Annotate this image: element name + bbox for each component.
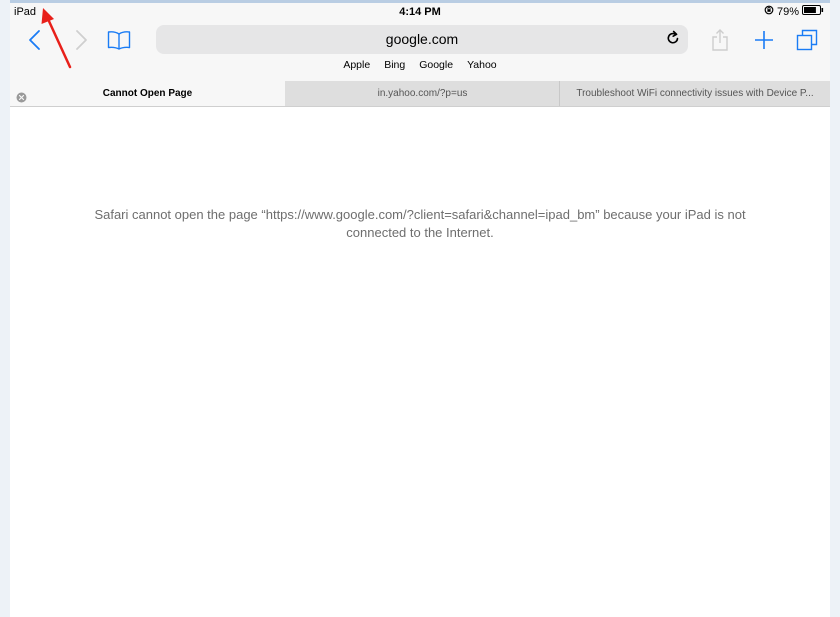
safari-toolbar: google.com Apple Bing Google Yahoo [10,21,830,81]
page-content: Safari cannot open the page “https://www… [10,107,830,617]
rotation-lock-icon [764,5,774,18]
status-right: 79% [764,5,824,18]
favorite-bing[interactable]: Bing [384,59,405,71]
chevron-right-icon [76,30,87,50]
tabs-icon [796,29,818,51]
share-button[interactable] [708,26,732,54]
favorites-bar: Apple Bing Google Yahoo [10,59,830,71]
back-button[interactable] [24,27,46,53]
tab-bar: Cannot Open Page in.yahoo.com/?p=us Trou… [10,81,830,107]
tab-label: in.yahoo.com/?p=us [377,88,468,99]
reload-button[interactable] [666,30,680,51]
address-text[interactable]: google.com [156,31,688,47]
status-bar: iPad 4:14 PM 79% [10,3,830,21]
clock: 4:14 PM [399,6,441,18]
book-icon [107,31,131,50]
window-frame-left [0,0,10,617]
show-tabs-button[interactable] [794,26,820,54]
bookmarks-button[interactable] [106,27,132,53]
tab-cannot-open-page[interactable]: Cannot Open Page [10,81,285,106]
tab-yahoo[interactable]: in.yahoo.com/?p=us [286,81,559,106]
forward-button[interactable] [70,27,92,53]
share-icon [712,29,728,51]
error-message: Safari cannot open the page “https://www… [94,207,746,240]
tab-troubleshoot-wifi[interactable]: Troubleshoot WiFi connectivity issues wi… [560,81,830,106]
chevron-left-icon [29,30,40,50]
favorite-google[interactable]: Google [419,59,453,71]
battery-icon [802,5,824,18]
close-icon [16,92,27,103]
window-frame-right [830,0,840,617]
favorite-yahoo[interactable]: Yahoo [467,59,497,71]
new-tab-button[interactable] [752,26,776,54]
favorite-apple[interactable]: Apple [343,59,370,71]
tab-label: Troubleshoot WiFi connectivity issues wi… [576,88,814,99]
reload-icon [667,30,679,44]
battery-percent: 79% [776,5,799,18]
address-bar[interactable]: google.com [156,25,688,54]
tab-label: Cannot Open Page [102,88,193,99]
tab-close-button[interactable] [16,88,27,103]
plus-icon [755,31,773,49]
